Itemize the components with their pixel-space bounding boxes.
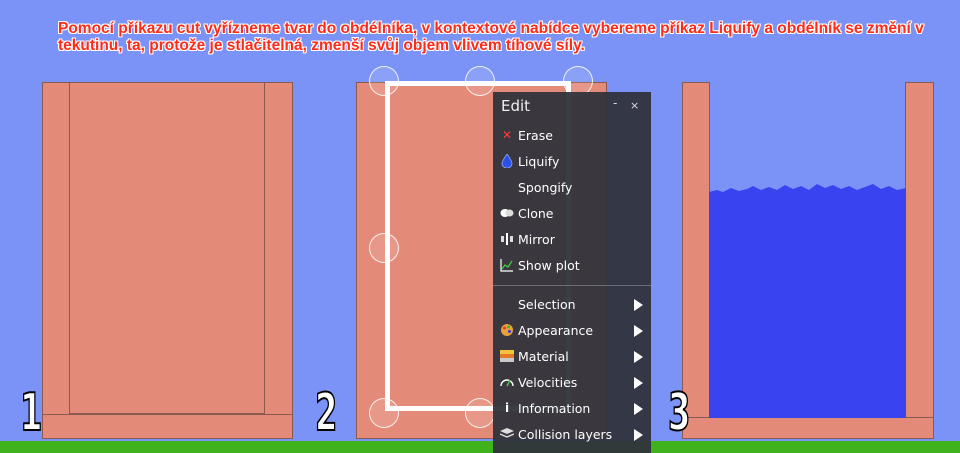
- menu-item-label: Mirror: [518, 232, 555, 247]
- menu-item-mirror[interactable]: Mirror: [493, 228, 651, 252]
- menu-item-liquify[interactable]: Liquify: [493, 150, 651, 174]
- step-number-1: 1: [19, 383, 43, 443]
- container-3-bottom[interactable]: [682, 417, 934, 439]
- menu-item-erase[interactable]: ✕ Erase: [493, 124, 651, 148]
- rectangle-shape[interactable]: [69, 82, 265, 414]
- selection-handle-top-left[interactable]: [369, 66, 399, 96]
- container-1-right-wall[interactable]: [264, 82, 293, 439]
- submenu-arrow-icon: [634, 299, 643, 311]
- submenu-arrow-icon: [634, 403, 643, 415]
- menu-item-label: Erase: [518, 128, 553, 143]
- selection-handle-bottom-left[interactable]: [369, 398, 399, 428]
- edit-context-menu: Edit - × ✕ Erase Liquify Spongify Clone …: [493, 92, 651, 453]
- plot-icon: [500, 258, 514, 272]
- liquify-icon: [500, 154, 514, 168]
- menu-item-spongify[interactable]: Spongify: [493, 176, 651, 200]
- appearance-icon: [500, 323, 514, 337]
- mirror-icon: [500, 232, 514, 246]
- submenu-arrow-icon: [634, 377, 643, 389]
- menu-item-label: Selection: [518, 297, 576, 312]
- menu-separator: [493, 285, 651, 286]
- minimize-button[interactable]: -: [613, 96, 617, 110]
- menu-item-velocities[interactable]: Velocities: [493, 371, 651, 395]
- collision-layers-icon: [500, 427, 514, 441]
- menu-item-label: Show plot: [518, 258, 580, 273]
- menu-item-label: Collision layers: [518, 427, 613, 442]
- menu-item-label: Information: [518, 401, 591, 416]
- menu-title: Edit: [501, 97, 531, 115]
- selection-handle-top-middle[interactable]: [465, 66, 495, 96]
- liquid-surface: [709, 184, 906, 418]
- step-number-2: 2: [314, 383, 338, 443]
- menu-item-label: Liquify: [518, 154, 560, 169]
- container-1-left-wall[interactable]: [42, 82, 70, 439]
- menu-item-show-plot[interactable]: Show plot: [493, 254, 651, 278]
- container-1-bottom[interactable]: [42, 414, 293, 439]
- information-icon: i: [504, 401, 510, 415]
- ground: [0, 441, 960, 453]
- container-3-right-wall[interactable]: [905, 82, 934, 439]
- menu-item-appearance[interactable]: Appearance: [493, 319, 651, 343]
- menu-item-material[interactable]: Material: [493, 345, 651, 369]
- velocities-icon: [500, 375, 514, 389]
- erase-icon: ✕: [501, 128, 513, 142]
- menu-item-clone[interactable]: Clone: [493, 202, 651, 226]
- menu-item-label: Appearance: [518, 323, 594, 338]
- instruction-caption: Pomocí příkazu cut vyřízneme tvar do obd…: [58, 20, 924, 54]
- close-button[interactable]: ×: [630, 99, 639, 112]
- clone-icon: [500, 206, 514, 220]
- step-number-3: 3: [667, 383, 691, 443]
- submenu-arrow-icon: [634, 429, 643, 441]
- submenu-arrow-icon: [634, 325, 643, 337]
- menu-item-label: Clone: [518, 206, 554, 221]
- menu-item-label: Velocities: [518, 375, 578, 390]
- menu-item-label: Spongify: [518, 180, 573, 195]
- selection-handle-middle-left[interactable]: [369, 233, 399, 263]
- submenu-arrow-icon: [634, 351, 643, 363]
- menu-item-selection[interactable]: Selection: [493, 293, 651, 317]
- menu-item-collision-layers[interactable]: Collision layers: [493, 423, 651, 447]
- material-icon: [500, 349, 514, 363]
- selection-handle-bottom-middle[interactable]: [465, 398, 495, 428]
- menu-item-label: Material: [518, 349, 569, 364]
- menu-item-information[interactable]: i Information: [493, 397, 651, 421]
